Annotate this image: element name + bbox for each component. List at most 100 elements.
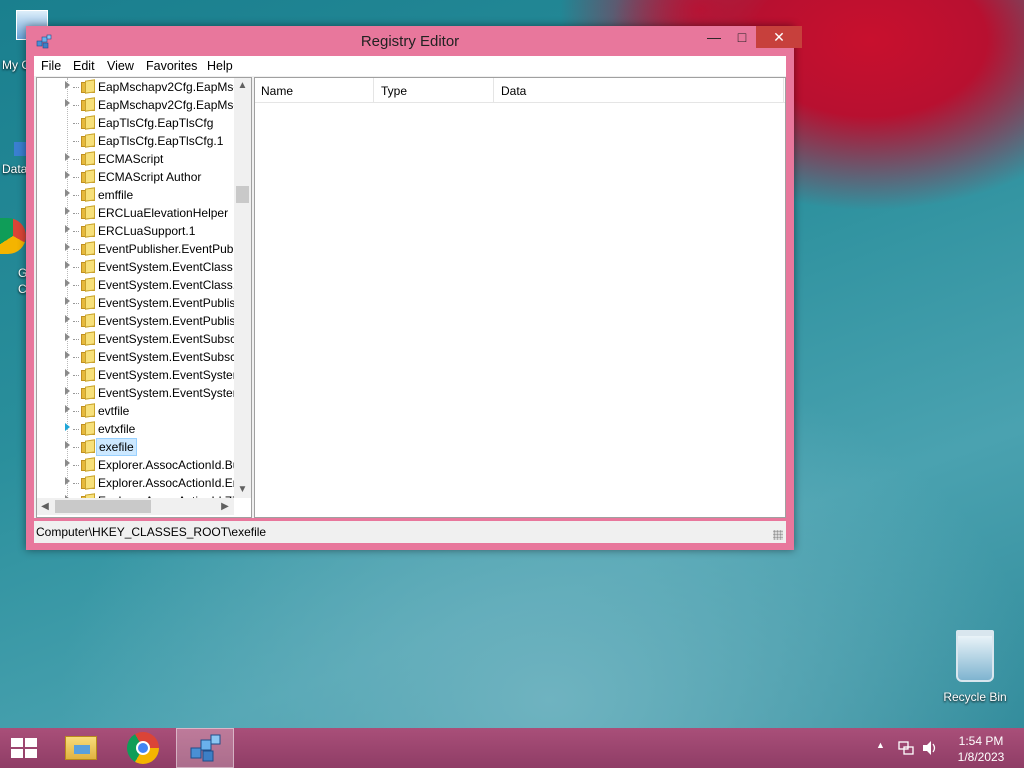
tree-connector	[73, 447, 79, 448]
scroll-left-icon[interactable]: ◀	[37, 498, 53, 515]
start-button[interactable]	[0, 728, 48, 768]
title-bar[interactable]: Registry Editor — □ ✕	[26, 26, 802, 56]
folder-icon	[81, 331, 95, 346]
desktop-icon-recycle-bin[interactable]: Recycle Bin	[940, 630, 1010, 704]
tree-item[interactable]: ECMAScript Author	[37, 168, 233, 186]
scroll-down-icon[interactable]: ▼	[234, 482, 251, 498]
expand-arrow-icon[interactable]	[65, 459, 70, 467]
tree-item[interactable]: ECMAScript	[37, 150, 233, 168]
expand-arrow-icon[interactable]	[65, 297, 70, 305]
tree-connector	[73, 177, 79, 178]
expand-arrow-icon[interactable]	[65, 243, 70, 251]
tree-item[interactable]: evtxfile	[37, 420, 233, 438]
expand-arrow-icon[interactable]	[65, 405, 70, 413]
scroll-thumb[interactable]	[55, 500, 151, 513]
tree-item[interactable]: EventSystem.EventSubscr	[37, 330, 240, 348]
scroll-up-icon[interactable]: ▲	[234, 78, 251, 94]
window-title: Registry Editor	[360, 33, 460, 50]
expand-arrow-icon[interactable]	[65, 423, 70, 431]
tree-item-label: EapMschapv2Cfg.EapMsc	[98, 80, 240, 94]
values-list[interactable]: Name Type Data	[254, 77, 786, 518]
tree-item-label: EventSystem.EventSubscr	[98, 350, 241, 364]
tree-item-label: EventSystem.EventSystem	[98, 368, 243, 382]
expand-arrow-icon[interactable]	[65, 369, 70, 377]
registry-tree[interactable]: EapMschapv2Cfg.EapMsc EapMschapv2Cfg.EapM…	[36, 77, 252, 518]
taskbar-file-explorer[interactable]	[52, 728, 110, 768]
expand-arrow-icon[interactable]	[65, 81, 70, 89]
tree-item[interactable]: EventSystem.EventPublish	[37, 312, 242, 330]
tree-item[interactable]: EventSystem.EventPublish	[37, 294, 242, 312]
tree-item[interactable]: EapTlsCfg.EapTlsCfg	[37, 114, 233, 132]
column-divider[interactable]	[783, 78, 784, 102]
tree-item[interactable]: emffile	[37, 186, 233, 204]
tree-item-label: emffile	[98, 188, 134, 202]
resize-grip-icon[interactable]	[773, 530, 783, 540]
tree-item[interactable]: EapMschapv2Cfg.EapMsc	[37, 96, 239, 114]
desktop-icon-data[interactable]: Data	[0, 118, 28, 176]
desktop-icon-chrome[interactable]: G C	[0, 218, 27, 296]
menu-favorites[interactable]: Favorites	[146, 59, 197, 73]
minimize-button[interactable]: —	[700, 26, 728, 48]
expand-arrow-icon[interactable]	[65, 153, 70, 161]
taskbar-chrome[interactable]	[114, 728, 172, 768]
menu-help[interactable]: Help	[207, 59, 233, 73]
tree-item-label: ECMAScript	[98, 152, 164, 166]
column-data[interactable]: Data	[501, 84, 526, 98]
tree-item[interactable]: EventSystem.EventClass.1	[37, 276, 243, 294]
folder-icon	[81, 205, 95, 220]
tree-item[interactable]: EventPublisher.EventPubl	[37, 240, 236, 258]
taskbar-registry-editor[interactable]	[176, 728, 234, 768]
folder-icon	[81, 403, 95, 418]
tree-item[interactable]: Explorer.AssocActionId.Er	[37, 474, 237, 492]
tree-item-label: EventSystem.EventSystem	[98, 386, 243, 400]
folder-icon	[81, 79, 95, 94]
show-hidden-icons-icon[interactable]: ▲	[876, 740, 885, 750]
tree-item[interactable]: evtfile	[37, 402, 233, 420]
column-divider[interactable]	[493, 78, 494, 102]
tree-item[interactable]: EapTlsCfg.EapTlsCfg.1	[37, 132, 233, 150]
expand-arrow-icon[interactable]	[65, 261, 70, 269]
close-button[interactable]: ✕	[756, 26, 802, 48]
tree-item[interactable]: exefile	[37, 438, 233, 456]
volume-icon[interactable]	[921, 740, 939, 756]
registry-editor-window: Registry Editor — □ ✕ File Edit View Fav…	[26, 26, 802, 550]
scroll-thumb[interactable]	[236, 186, 249, 203]
folder-icon	[81, 115, 95, 130]
close-icon: ✕	[773, 29, 785, 45]
menu-view[interactable]: View	[107, 59, 134, 73]
expand-arrow-icon[interactable]	[65, 351, 70, 359]
network-icon[interactable]	[898, 740, 914, 756]
tree-item[interactable]: EventSystem.EventSystem	[37, 384, 243, 402]
scroll-right-icon[interactable]: ▶	[217, 498, 233, 515]
tree-item[interactable]: EventSystem.EventSystem	[37, 366, 243, 384]
tree-item[interactable]: ERCLuaSupport.1	[37, 222, 233, 240]
tree-item[interactable]: EventSystem.EventClass	[37, 258, 233, 276]
menu-file[interactable]: File	[41, 59, 61, 73]
expand-arrow-icon[interactable]	[65, 189, 70, 197]
tree-item[interactable]: EapMschapv2Cfg.EapMsc	[37, 78, 239, 96]
tree-horizontal-scrollbar[interactable]: ◀ ▶	[37, 498, 234, 515]
expand-arrow-icon[interactable]	[65, 387, 70, 395]
tree-item[interactable]: EventSystem.EventSubscr	[37, 348, 240, 366]
column-name[interactable]: Name	[261, 84, 293, 98]
menu-edit[interactable]: Edit	[73, 59, 95, 73]
expand-arrow-icon[interactable]	[65, 315, 70, 323]
tree-item[interactable]: Explorer.AssocActionId.Bu	[37, 456, 239, 474]
expand-arrow-icon[interactable]	[65, 477, 70, 485]
expand-arrow-icon[interactable]	[65, 171, 70, 179]
expand-arrow-icon[interactable]	[65, 207, 70, 215]
maximize-button[interactable]: □	[728, 26, 756, 48]
expand-arrow-icon[interactable]	[65, 279, 70, 287]
expand-arrow-icon[interactable]	[65, 99, 70, 107]
column-type[interactable]: Type	[381, 84, 407, 98]
expand-arrow-icon[interactable]	[65, 333, 70, 341]
taskbar-clock[interactable]: 1:54 PM 1/8/2023	[942, 733, 1020, 765]
expand-arrow-icon[interactable]	[65, 225, 70, 233]
tree-item-label: EventSystem.EventPublish	[98, 296, 243, 310]
expand-arrow-icon[interactable]	[65, 441, 70, 449]
tree-connector	[73, 213, 79, 214]
tree-item[interactable]: ERCLuaElevationHelper	[37, 204, 233, 222]
column-divider[interactable]	[373, 78, 374, 102]
tree-vertical-scrollbar[interactable]: ▲ ▼	[234, 78, 251, 498]
folder-icon	[81, 475, 95, 490]
